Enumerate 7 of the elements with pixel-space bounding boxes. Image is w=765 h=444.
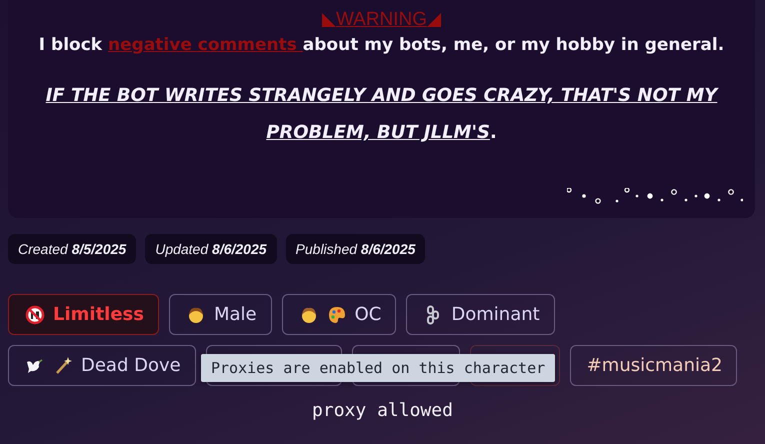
tooltip: Proxies are enabled on this character xyxy=(201,354,556,382)
date-chip: Created 8/5/2025 xyxy=(8,234,136,264)
disclaimer-text: IF THE BOT WRITES STRANGELY AND GOES CRAZY, THAT'S NOT MY PROBLEM, BUT JLLM'S. xyxy=(44,84,720,145)
notice-text: I block negative comments about my bots, me, or my hobby in general. xyxy=(38,35,724,55)
date-chip: Updated 8/6/2025 xyxy=(145,234,277,264)
proxy-label: proxy allowed xyxy=(311,400,454,421)
date-chip: Published 8/6/2025 xyxy=(286,234,426,264)
